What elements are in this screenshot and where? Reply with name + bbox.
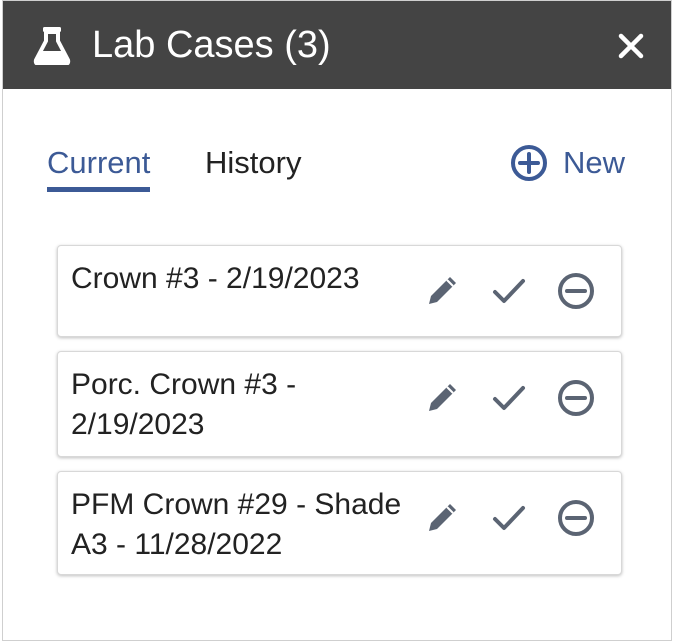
plus-circle-icon — [511, 145, 547, 181]
panel-title: Lab Cases (3) — [92, 24, 331, 66]
case-actions — [423, 246, 613, 336]
pencil-icon[interactable] — [423, 272, 461, 310]
case-item[interactable]: Crown #3 - 2/19/2023 — [57, 245, 622, 337]
close-icon[interactable] — [617, 32, 645, 60]
title-bar: Lab Cases (3) — [3, 1, 671, 89]
case-actions — [423, 472, 613, 574]
case-item[interactable]: Porc. Crown #3 - 2/19/2023 — [57, 351, 622, 457]
minus-circle-icon[interactable] — [557, 379, 595, 417]
check-icon[interactable] — [490, 379, 528, 417]
case-item[interactable]: PFM Crown #29 - Shade A3 - 11/28/2022 — [57, 471, 622, 575]
new-case-button[interactable]: New — [510, 141, 625, 185]
case-label: Porc. Crown #3 - 2/19/2023 — [71, 368, 297, 441]
new-button-label: New — [563, 145, 626, 180]
flask-icon — [33, 25, 71, 66]
pencil-icon[interactable] — [423, 379, 461, 417]
tab-current[interactable]: Current — [47, 143, 151, 192]
check-icon[interactable] — [490, 272, 528, 310]
case-actions — [423, 352, 613, 456]
case-label: Crown #3 - 2/19/2023 — [71, 262, 360, 295]
check-icon[interactable] — [490, 499, 528, 537]
minus-circle-icon[interactable] — [557, 272, 595, 310]
case-label: PFM Crown #29 - Shade A3 - 11/28/2022 — [71, 488, 402, 561]
pencil-icon[interactable] — [423, 499, 461, 537]
tab-history[interactable]: History — [205, 143, 301, 183]
minus-circle-icon[interactable] — [557, 499, 595, 537]
lab-cases-panel: Lab Cases (3) Current History New Crown … — [2, 0, 672, 641]
